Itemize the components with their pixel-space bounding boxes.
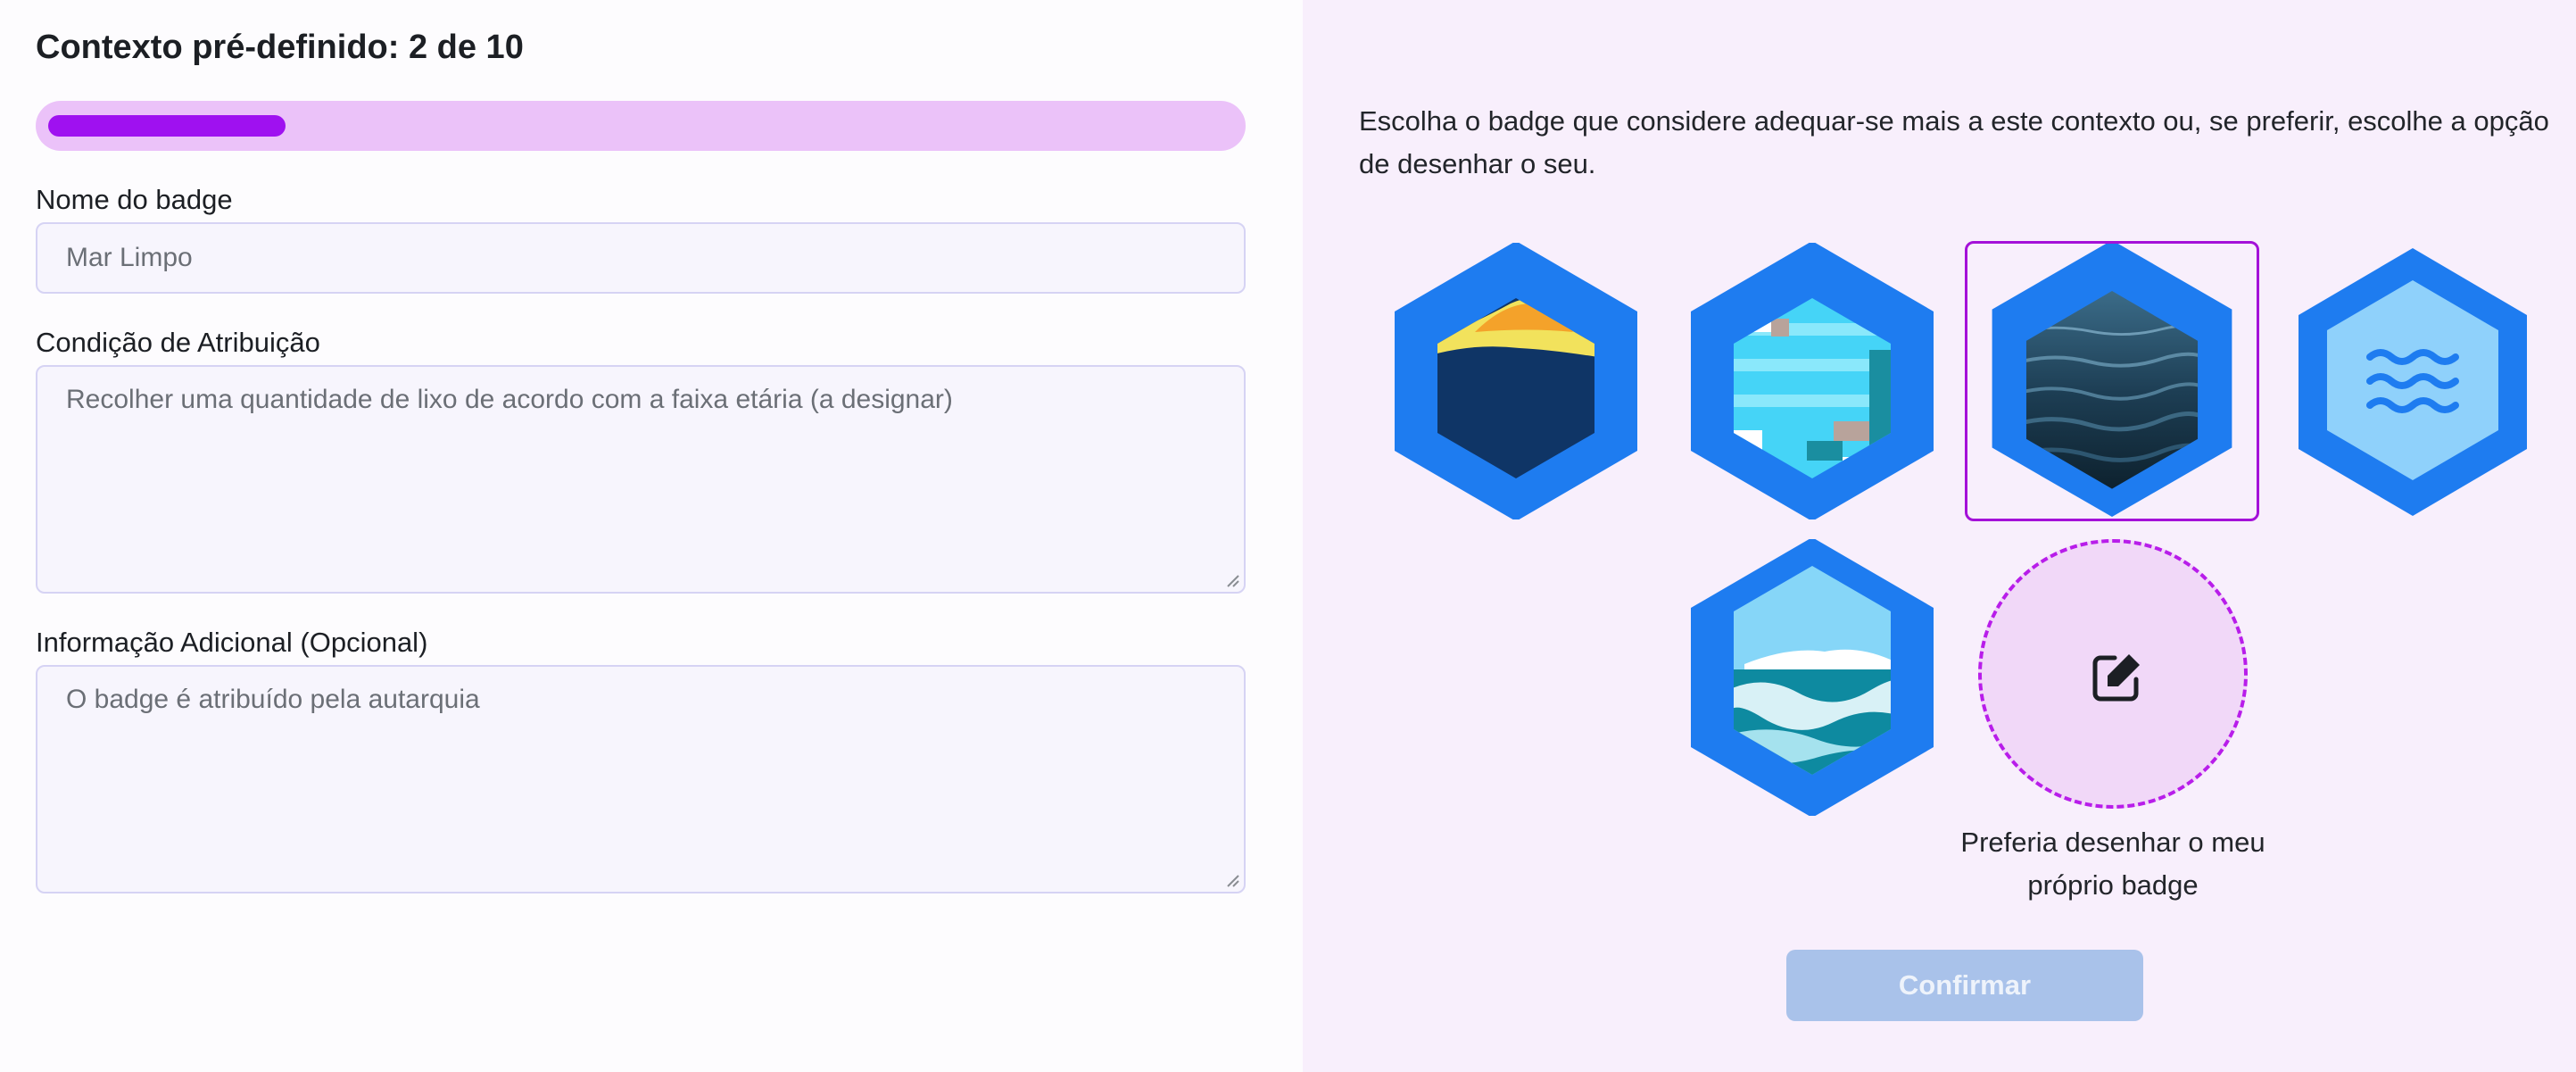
additional-info-textarea[interactable]: O badge é atribuído pela autarquia [36, 665, 1246, 893]
badge-option-pixel-water[interactable] [1691, 243, 1934, 519]
additional-info-label: Informação Adicional (Opcional) [36, 627, 428, 658]
confirm-button[interactable]: Confirmar [1786, 950, 2143, 1021]
additional-info-text: O badge é atribuído pela autarquia [66, 685, 480, 714]
page-title: Contexto pré-definido: 2 de 10 [36, 29, 524, 66]
picker-description: Escolha o badge que considere adequar-se… [1359, 105, 2549, 179]
context-progress-bar [36, 101, 1246, 151]
name-label: Nome do badge [36, 184, 233, 215]
badge-name-input[interactable] [36, 222, 1246, 294]
badge-option-ocean-waves-photo[interactable] [1965, 241, 2259, 521]
resize-handle-icon[interactable] [1224, 872, 1240, 888]
badge-picker-panel: Escolha o badge que considere adequar-se… [1303, 0, 2576, 1072]
condition-text: Recolher uma quantidade de lixo de acord… [66, 385, 953, 414]
draw-own-badge-label: Preferia desenhar o meu próprio badge [1960, 827, 2265, 901]
edit-icon [2092, 654, 2140, 702]
draw-own-badge-button[interactable] [1978, 539, 2248, 809]
badge-option-water-waves-icon[interactable] [2291, 243, 2534, 519]
badge-option-breaking-wave[interactable] [1691, 539, 1934, 816]
condition-textarea[interactable]: Recolher uma quantidade de lixo de acord… [36, 365, 1246, 594]
progress-fill [48, 115, 286, 137]
condition-label: Condição de Atribuição [36, 327, 320, 358]
resize-handle-icon[interactable] [1224, 572, 1240, 588]
badge-option-sunset-sea[interactable] [1395, 243, 1637, 519]
badge-form-panel: Contexto pré-definido: 2 de 10 Nome do b… [0, 0, 1303, 1072]
